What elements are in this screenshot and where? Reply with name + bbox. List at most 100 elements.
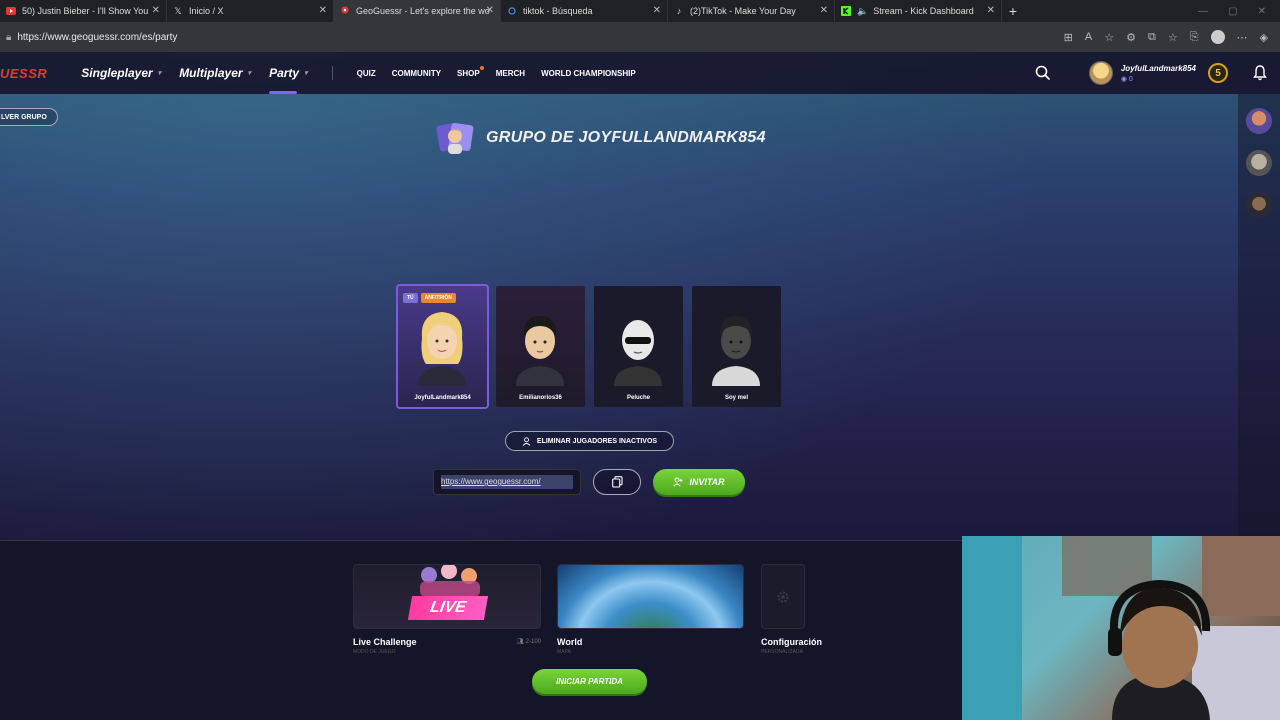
x-icon: 𝕏 (174, 5, 182, 16)
tab-title: Stream - Kick Dashboard (873, 6, 974, 16)
mode-subtitle: MODO DE JUEGO (353, 649, 396, 655)
tab-close-icon[interactable]: ✕ (486, 5, 494, 16)
mode-card-config[interactable]: Configuración PERSONALIZADA (761, 564, 822, 655)
group-header: GRUPO DE JOYFULLANDMARK854 (436, 120, 766, 156)
chevron-down-icon: ▾ (304, 70, 308, 77)
nav-right: JoyfulLandmark854 ◉ 0 5 (1035, 61, 1280, 85)
user-add-icon (673, 477, 683, 487)
browser-tabbar: 50) Justin Bieber - I'll Show You ✕ 𝕏 In… (0, 0, 1280, 22)
username: JoyfulLandmark854 (1120, 63, 1196, 73)
minimize-icon[interactable]: — (1198, 6, 1208, 17)
kick-inactive-button[interactable]: ELIMINAR JUGADORES INACTIVOS (505, 431, 674, 451)
gear-icon (777, 591, 789, 602)
browser-tab[interactable]: tiktok - Búsqueda ✕ (501, 0, 668, 22)
player-count: 👥︎ 2-100 (516, 638, 541, 645)
group-icon (436, 122, 474, 154)
leave-group-button[interactable]: LVER GRUPO (0, 108, 58, 126)
nav-world-championship[interactable]: WORLD CHAMPIONSHIP (541, 69, 636, 78)
browser-tab[interactable]: 🔈 Stream - Kick Dashboard ✕ (835, 0, 1002, 22)
app-icon[interactable]: ⊞ (1064, 31, 1073, 44)
nav-label: Multiplayer (179, 66, 243, 80)
live-challenge-thumbnail: LIVE (353, 564, 541, 629)
read-aloud-icon[interactable]: A (1085, 31, 1092, 43)
group-title: GRUPO DE JOYFULLANDMARK854 (486, 129, 766, 146)
tab-close-icon[interactable]: ✕ (820, 5, 828, 16)
copy-icon (611, 476, 623, 488)
nav-shop[interactable]: SHOP (457, 65, 484, 78)
favorite-star-icon[interactable]: ☆ (1104, 31, 1114, 44)
player-avatar (712, 316, 760, 386)
friend-avatar[interactable] (1246, 192, 1272, 218)
mode-subtitle: PERSONALIZADA (761, 649, 803, 655)
kick-inactive-label: ELIMINAR JUGADORES INACTIVOS (536, 437, 658, 445)
player-name: Emilianorios36 (519, 395, 562, 401)
world-map-thumbnail (557, 564, 744, 629)
invite-label: INVITAR (689, 477, 725, 487)
copy-link-button[interactable] (593, 469, 641, 495)
browser-tab[interactable]: 50) Justin Bieber - I'll Show You ✕ (0, 0, 167, 22)
player-count-value: 2-100 (525, 639, 541, 645)
player-list: TÚ ANFITRIÓN JoyfulLandmark854 Emilianor… (396, 284, 781, 409)
speaker-icon: 🔈 (857, 5, 869, 16)
tab-close-icon[interactable]: ✕ (987, 5, 995, 16)
nav-singleplayer[interactable]: Singleplayer ▾ (81, 66, 161, 80)
nav-party[interactable]: Party ▾ (269, 66, 308, 94)
address-bar-icons: ⊞ A ☆ ⚙ ⧉ ☆ ⎘ ⋯ ◈ (1064, 30, 1280, 44)
browser-tab-active[interactable]: GeoGuessr - Let's explore the wo ✕ (334, 0, 501, 22)
friend-avatar[interactable] (1246, 108, 1272, 134)
close-window-icon[interactable]: ✕ (1258, 6, 1266, 17)
player-card[interactable]: Soy mel (692, 286, 781, 407)
window-controls: — ▢ ✕ (1198, 6, 1280, 17)
nav-multiplayer[interactable]: Multiplayer ▾ (179, 66, 251, 80)
live-banner: LIVE (407, 596, 489, 620)
maximize-icon[interactable]: ▢ (1228, 6, 1237, 17)
tab-title: tiktok - Búsqueda (523, 6, 593, 16)
copilot-icon[interactable]: ◈ (1260, 31, 1268, 44)
nav-quiz[interactable]: QUIZ (357, 69, 376, 78)
invite-row: https://www.geoguessr.com/ INVITAR (433, 469, 745, 495)
url-text[interactable]: https://www.geoguessr.com/es/party (17, 32, 177, 43)
player-card[interactable]: Emilianorios36 (496, 286, 585, 407)
user-remove-icon (522, 436, 531, 446)
address-bar: 🔒︎ https://www.geoguessr.com/es/party ⊞ … (0, 22, 1280, 52)
collections-icon[interactable]: ⎘ (1190, 31, 1199, 44)
config-thumbnail (761, 564, 805, 629)
friend-avatar[interactable] (1246, 150, 1272, 176)
nav-merch[interactable]: MERCH (496, 69, 525, 78)
mode-card-world[interactable]: World MAPA (557, 564, 744, 655)
more-icon[interactable]: ⋯ (1237, 31, 1248, 44)
player-card[interactable]: Peluche (594, 286, 683, 407)
mode-subtitle: MAPA (557, 649, 571, 655)
tab-close-icon[interactable]: ✕ (152, 5, 160, 16)
player-card[interactable]: TÚ ANFITRIÓN JoyfulLandmark854 (396, 284, 489, 409)
user-level: ◉ 0 (1120, 75, 1133, 83)
tab-close-icon[interactable]: ✕ (319, 5, 327, 16)
player-name: Peluche (626, 395, 650, 401)
invite-link-field[interactable]: https://www.geoguessr.com/ (433, 469, 581, 495)
invite-button[interactable]: INVITAR (653, 469, 745, 495)
logo[interactable]: UESSR (0, 66, 47, 81)
nav-label: Singleplayer (81, 66, 153, 80)
browser-tab[interactable]: 𝕏 Inicio / X ✕ (167, 0, 334, 22)
youtube-icon (6, 6, 16, 16)
nav-community[interactable]: COMMUNITY (392, 69, 441, 78)
tab-title: (2)TikTok - Make Your Day (690, 6, 796, 16)
mode-name: Configuración (761, 637, 822, 647)
user-menu[interactable]: JoyfulLandmark854 ◉ 0 (1088, 61, 1196, 85)
lock-icon[interactable]: 🔒︎ (6, 32, 11, 43)
favorites-icon[interactable]: ☆ (1168, 31, 1178, 44)
profile-icon[interactable] (1210, 30, 1225, 44)
tab-title: GeoGuessr - Let's explore the wo (356, 6, 490, 16)
mode-card-live-challenge[interactable]: LIVE Live Challenge MODO DE JUEGO 👥︎ 2-1… (353, 564, 541, 655)
new-tab-button[interactable]: + (1002, 3, 1024, 19)
extensions-icon[interactable]: ⚙ (1126, 31, 1136, 44)
split-screen-icon[interactable]: ⧉ (1148, 31, 1156, 44)
bell-icon[interactable] (1252, 65, 1268, 81)
coin-badge[interactable]: 5 (1208, 63, 1228, 83)
tab-close-icon[interactable]: ✕ (653, 5, 661, 16)
search-icon[interactable] (1035, 65, 1051, 81)
browser-tab[interactable]: ♪ (2)TikTok - Make Your Day ✕ (668, 0, 835, 22)
tab-title: Inicio / X (189, 6, 224, 16)
webcam-person-image (962, 536, 1280, 720)
start-game-button[interactable]: INICIAR PARTIDA (532, 669, 647, 694)
